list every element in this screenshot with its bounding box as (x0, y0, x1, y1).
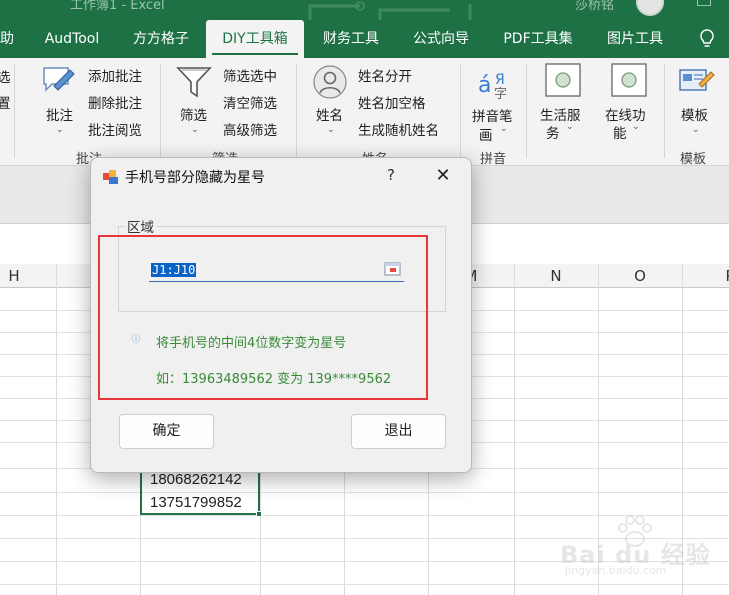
group-divider (14, 64, 15, 158)
ribbon-tabs: 助 AudTool 方方格子 DIY工具箱 财务工具 公式向导 PDF工具集 图… (0, 20, 729, 58)
random-name-button[interactable]: 生成随机姓名 (358, 119, 439, 139)
watermark: Bai du 经验 jingyan.baidu.com (520, 505, 720, 585)
group-divider (160, 64, 161, 158)
ok-button[interactable]: 确定 (119, 414, 214, 449)
svg-text:á: á (478, 73, 491, 98)
restore-icon[interactable] (697, 0, 711, 6)
column-header-p[interactable]: P (700, 264, 729, 288)
user-name: 莎桥铭 (575, 0, 615, 13)
tab-fangfang[interactable]: 方方格子 (126, 20, 196, 58)
filter-button[interactable]: 筛选 (180, 104, 207, 124)
group-label-pinyin: 拼音 (480, 152, 507, 167)
gridline (56, 264, 57, 595)
view-comment-button[interactable]: 批注阅览 (88, 119, 142, 139)
life-service-button[interactable]: 生活服 (540, 104, 581, 124)
watermark-url: jingyan.baidu.com (565, 564, 667, 577)
chevron-down-icon[interactable]: ⌄ (632, 122, 640, 132)
name-button[interactable]: 姓名 (316, 104, 343, 124)
radio-button-icon[interactable] (610, 62, 648, 98)
tab-partial[interactable]: 助 (0, 20, 20, 58)
partial-label[interactable]: 置 (0, 92, 11, 112)
group-divider (296, 64, 297, 158)
tab-diy-toolbox[interactable]: DIY工具箱 (206, 20, 304, 58)
group-divider (460, 64, 461, 158)
gridline (514, 264, 515, 595)
active-tab-underline (212, 53, 298, 55)
filter-selected-button[interactable]: 筛选选中 (223, 65, 277, 85)
filter-icon[interactable] (176, 64, 212, 100)
chevron-down-icon[interactable]: ⌄ (692, 125, 700, 135)
svg-text:Я: Я (495, 72, 505, 88)
online-function-button[interactable]: 在线功 (605, 104, 646, 124)
comment-button[interactable]: 批注 (46, 104, 73, 124)
pinyin-button-line2[interactable]: 画 (479, 124, 493, 144)
delete-comment-button[interactable]: 删除批注 (88, 92, 142, 112)
gridline (0, 492, 729, 493)
chevron-down-icon[interactable]: ⌄ (500, 124, 508, 134)
lightbulb-icon[interactable] (698, 28, 716, 50)
column-header-n[interactable]: N (514, 264, 598, 288)
tab-formula-wizard[interactable]: 公式向导 (404, 20, 478, 58)
clear-filter-button[interactable]: 清空筛选 (223, 92, 277, 112)
name-add-space-button[interactable]: 姓名加空格 (358, 92, 426, 112)
column-header-o[interactable]: O (598, 264, 682, 288)
tab-image-tools[interactable]: 图片工具 (598, 20, 672, 58)
circuit-pattern (308, 1, 472, 20)
tab-finance[interactable]: 财务工具 (314, 20, 388, 58)
highlight-box (98, 235, 428, 400)
chevron-down-icon[interactable]: ⌄ (191, 125, 199, 135)
excel-window: 工作簿1 - Excel 莎桥铭 助 AudTool 方方格子 DIY工具箱 财… (0, 0, 729, 595)
chevron-down-icon[interactable]: ⌄ (327, 125, 335, 135)
group-divider (526, 64, 527, 158)
group-divider (664, 64, 665, 158)
life-service-button-line2[interactable]: 务 (546, 122, 560, 142)
advanced-filter-button[interactable]: 高级筛选 (223, 119, 277, 139)
fill-handle[interactable] (256, 511, 262, 517)
comment-icon[interactable] (40, 64, 76, 96)
person-icon[interactable] (312, 64, 348, 100)
pinyin-button[interactable]: 拼音笔 (472, 105, 513, 125)
range-group-label: 区域 (125, 216, 156, 236)
chevron-down-icon[interactable]: ⌄ (566, 122, 574, 132)
chevron-down-icon[interactable]: ⌄ (56, 125, 64, 135)
add-comment-button[interactable]: 添加批注 (88, 65, 142, 85)
exit-button[interactable]: 退出 (351, 414, 446, 449)
selection-border (140, 468, 260, 515)
tab-audtool[interactable]: AudTool (38, 20, 106, 58)
close-icon[interactable]: ✕ (431, 164, 455, 188)
partial-label[interactable]: 选 (0, 66, 11, 86)
column-header-h[interactable]: H (0, 264, 28, 288)
pinyin-icon[interactable]: á Я 字 (477, 66, 513, 100)
help-button[interactable]: ? (381, 166, 401, 186)
app-icon (103, 170, 118, 184)
group-label-template: 模板 (680, 152, 707, 167)
dialog-title: 手机号部分隐藏为星号 (125, 170, 265, 186)
radio-button-icon[interactable] (544, 62, 582, 98)
ribbon: 选 置 批注 ⌄ 添加批注 删除批注 批注阅览 批注 筛选 ⌄ 筛选选中 清空筛… (0, 58, 729, 167)
window-title: 工作簿1 - Excel (70, 0, 165, 13)
avatar[interactable] (636, 0, 664, 16)
template-button[interactable]: 模板 (681, 104, 708, 124)
dialog-title-bar[interactable]: 手机号部分隐藏为星号 ? ✕ (91, 158, 471, 196)
online-function-button-line2[interactable]: 能 (613, 122, 627, 142)
template-icon[interactable] (677, 64, 715, 98)
split-name-button[interactable]: 姓名分开 (358, 65, 412, 85)
tab-pdf[interactable]: PDF工具集 (494, 20, 582, 58)
svg-text:字: 字 (494, 87, 507, 100)
title-bar: 工作簿1 - Excel 莎桥铭 (0, 0, 729, 20)
